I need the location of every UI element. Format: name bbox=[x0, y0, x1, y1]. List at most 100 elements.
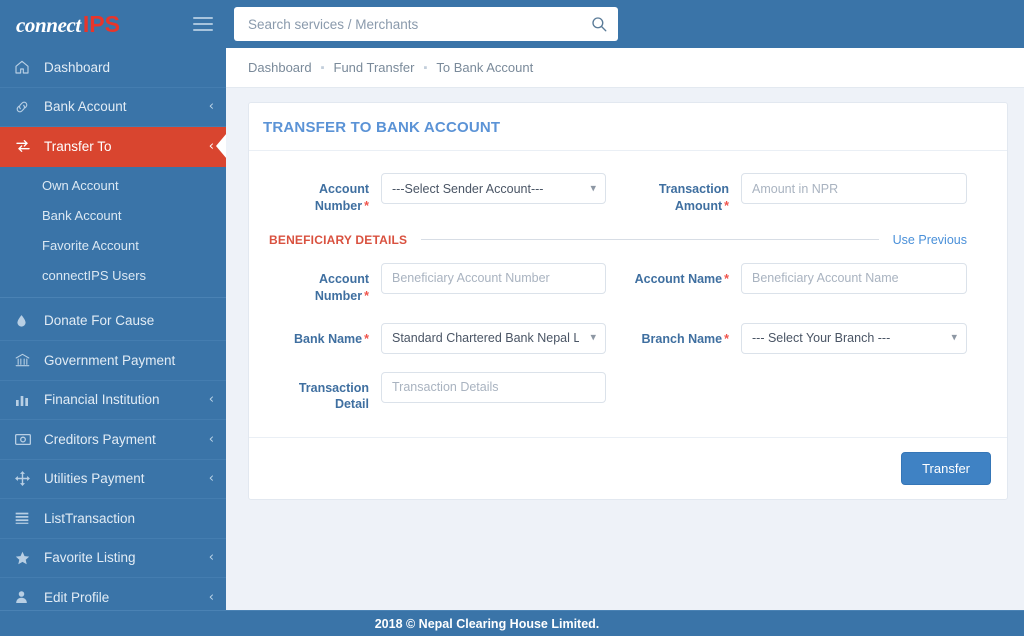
sidebar-item-utilities-payment[interactable]: Utilities Payment ‹ bbox=[0, 460, 226, 500]
label-text: Account Number bbox=[315, 182, 369, 213]
sidebar-item-label: Donate For Cause bbox=[44, 313, 214, 328]
breadcrumb-separator: ▪ bbox=[423, 62, 427, 74]
sidebar-item-label: Edit Profile bbox=[44, 590, 209, 605]
required-marker: * bbox=[364, 289, 369, 303]
control-transaction-detail bbox=[381, 372, 623, 403]
search-bar[interactable] bbox=[234, 7, 618, 41]
brand-connect-text: connect bbox=[16, 13, 81, 38]
chevron-left-icon: ‹ bbox=[209, 433, 214, 446]
chevron-left-icon: ‹ bbox=[209, 472, 214, 485]
transaction-detail-input[interactable] bbox=[381, 372, 606, 403]
transfer-card: TRANSFER TO BANK ACCOUNT Account Number* bbox=[248, 102, 1008, 500]
label-branch-name: Branch Name* bbox=[623, 323, 741, 348]
label-text: Bank Name bbox=[294, 332, 362, 346]
sidebar-item-bank-account[interactable]: Bank Account ‹ bbox=[0, 88, 226, 128]
sidebar-item-government-payment[interactable]: Government Payment bbox=[0, 341, 226, 381]
sidebar-item-favorite-listing[interactable]: Favorite Listing ‹ bbox=[0, 539, 226, 579]
transaction-amount-input[interactable] bbox=[741, 173, 967, 204]
breadcrumb-item-fund-transfer[interactable]: Fund Transfer bbox=[334, 60, 415, 75]
breadcrumb-separator: ▪ bbox=[321, 62, 325, 74]
field-branch-name: Branch Name* --- Select Your Branch --- … bbox=[623, 323, 983, 354]
field-bank-name: Bank Name* Standard Chartered Bank Nepal… bbox=[263, 323, 623, 354]
sidebar-subitem-label: connectIPS Users bbox=[42, 268, 146, 283]
branch-name-select[interactable]: --- Select Your Branch --- bbox=[741, 323, 967, 354]
sidebar-subitem-own-account[interactable]: Own Account bbox=[0, 171, 226, 201]
sidebar-subitem-label: Favorite Account bbox=[42, 238, 139, 253]
sidebar-subitem-bank-account[interactable]: Bank Account bbox=[0, 201, 226, 231]
required-marker: * bbox=[724, 272, 729, 286]
sidebar-item-label: Creditors Payment bbox=[44, 432, 209, 447]
link-icon bbox=[14, 99, 36, 115]
field-transaction-amount: Transaction Amount* bbox=[623, 173, 983, 215]
label-transaction-detail: Transaction Detail bbox=[263, 372, 381, 414]
label-beneficiary-account-name: Account Name* bbox=[623, 263, 741, 288]
sidebar-item-donate-for-cause[interactable]: Donate For Cause bbox=[0, 302, 226, 342]
footer-text: 2018 © Nepal Clearing House Limited. bbox=[375, 617, 600, 631]
transfer-button[interactable]: Transfer bbox=[901, 452, 991, 485]
chevron-left-icon: ‹ bbox=[209, 140, 214, 153]
sidebar-subitem-connectips-users[interactable]: connectIPS Users bbox=[0, 261, 226, 291]
body-split: Dashboard Bank Account ‹ Transfer To bbox=[0, 48, 1024, 610]
use-previous-link[interactable]: Use Previous bbox=[893, 233, 967, 247]
sidebar-item-label: Favorite Listing bbox=[44, 550, 209, 565]
sidebar-item-label: Dashboard bbox=[44, 60, 214, 75]
field-sender-account: Account Number* ---Select Sender Account… bbox=[263, 173, 623, 215]
page-title: TRANSFER TO BANK ACCOUNT bbox=[263, 119, 987, 136]
sidebar: Dashboard Bank Account ‹ Transfer To bbox=[0, 48, 226, 610]
label-beneficiary-account-number: Account Number* bbox=[263, 263, 381, 305]
control-beneficiary-account-number bbox=[381, 263, 623, 294]
section-title: BENEFICIARY DETAILS bbox=[269, 233, 407, 247]
field-beneficiary-account-number: Account Number* bbox=[263, 263, 623, 305]
sidebar-item-dashboard[interactable]: Dashboard bbox=[0, 48, 226, 88]
sidebar-submenu-transfer-to: Own Account Bank Account Favorite Accoun… bbox=[0, 167, 226, 302]
beneficiary-account-number-input[interactable] bbox=[381, 263, 606, 294]
control-beneficiary-account-name bbox=[741, 263, 983, 294]
label-transaction-amount: Transaction Amount* bbox=[623, 173, 741, 215]
card-header: TRANSFER TO BANK ACCOUNT bbox=[249, 103, 1007, 151]
breadcrumb-item-dashboard[interactable]: Dashboard bbox=[248, 60, 312, 75]
label-text: Transaction Detail bbox=[299, 381, 369, 412]
sidebar-item-financial-institution[interactable]: Financial Institution ‹ bbox=[0, 381, 226, 421]
label-sender-account-number: Account Number* bbox=[263, 173, 381, 215]
card-body: Account Number* ---Select Sender Account… bbox=[249, 151, 1007, 437]
required-marker: * bbox=[364, 332, 369, 346]
required-marker: * bbox=[724, 332, 729, 346]
user-icon bbox=[14, 589, 36, 605]
sidebar-item-transfer-to[interactable]: Transfer To ‹ bbox=[0, 127, 226, 167]
required-marker: * bbox=[364, 199, 369, 213]
beneficiary-account-name-input[interactable] bbox=[741, 263, 967, 294]
sidebar-item-list-transaction[interactable]: ListTransaction bbox=[0, 499, 226, 539]
search-icon[interactable] bbox=[590, 15, 608, 33]
sidebar-item-label: Bank Account bbox=[44, 99, 209, 114]
transfer-arrows-icon bbox=[14, 138, 36, 154]
chevron-left-icon: ‹ bbox=[209, 100, 214, 113]
home-icon bbox=[14, 59, 36, 75]
sender-account-select[interactable]: ---Select Sender Account--- bbox=[381, 173, 606, 204]
hamburger-icon[interactable] bbox=[180, 0, 226, 48]
label-text: Account Number bbox=[315, 272, 369, 303]
brand-logo[interactable]: connectIPS bbox=[0, 11, 180, 38]
form-row-beneficiary-1: Account Number* Account Name* bbox=[263, 263, 983, 305]
sidebar-item-edit-profile[interactable]: Edit Profile ‹ bbox=[0, 578, 226, 610]
submenu-divider bbox=[0, 297, 226, 298]
form-row-transaction-detail: Transaction Detail bbox=[263, 372, 983, 414]
sidebar-subitem-favorite-account[interactable]: Favorite Account bbox=[0, 231, 226, 261]
sidebar-item-label: ListTransaction bbox=[44, 511, 214, 526]
sidebar-item-label: Utilities Payment bbox=[44, 471, 209, 486]
bank-name-select[interactable]: Standard Chartered Bank Nepal Lim bbox=[381, 323, 606, 354]
hamburger-line bbox=[193, 29, 213, 31]
control-branch-name: --- Select Your Branch --- ▾ bbox=[741, 323, 983, 354]
content-area: TRANSFER TO BANK ACCOUNT Account Number* bbox=[226, 88, 1024, 610]
chevron-left-icon: ‹ bbox=[209, 591, 214, 604]
page-footer: 2018 © Nepal Clearing House Limited. bbox=[0, 610, 1024, 636]
sidebar-item-label: Financial Institution bbox=[44, 392, 209, 407]
label-bank-name: Bank Name* bbox=[263, 323, 381, 348]
label-text: Account Name bbox=[635, 272, 723, 286]
app-root: connectIPS Dashboard bbox=[0, 0, 1024, 636]
search-input[interactable] bbox=[246, 16, 590, 33]
form-row-sender: Account Number* ---Select Sender Account… bbox=[263, 173, 983, 215]
chevron-left-icon: ‹ bbox=[209, 393, 214, 406]
sidebar-item-creditors-payment[interactable]: Creditors Payment ‹ bbox=[0, 420, 226, 460]
control-transaction-amount bbox=[741, 173, 983, 204]
breadcrumb-item-to-bank-account[interactable]: To Bank Account bbox=[436, 60, 533, 75]
